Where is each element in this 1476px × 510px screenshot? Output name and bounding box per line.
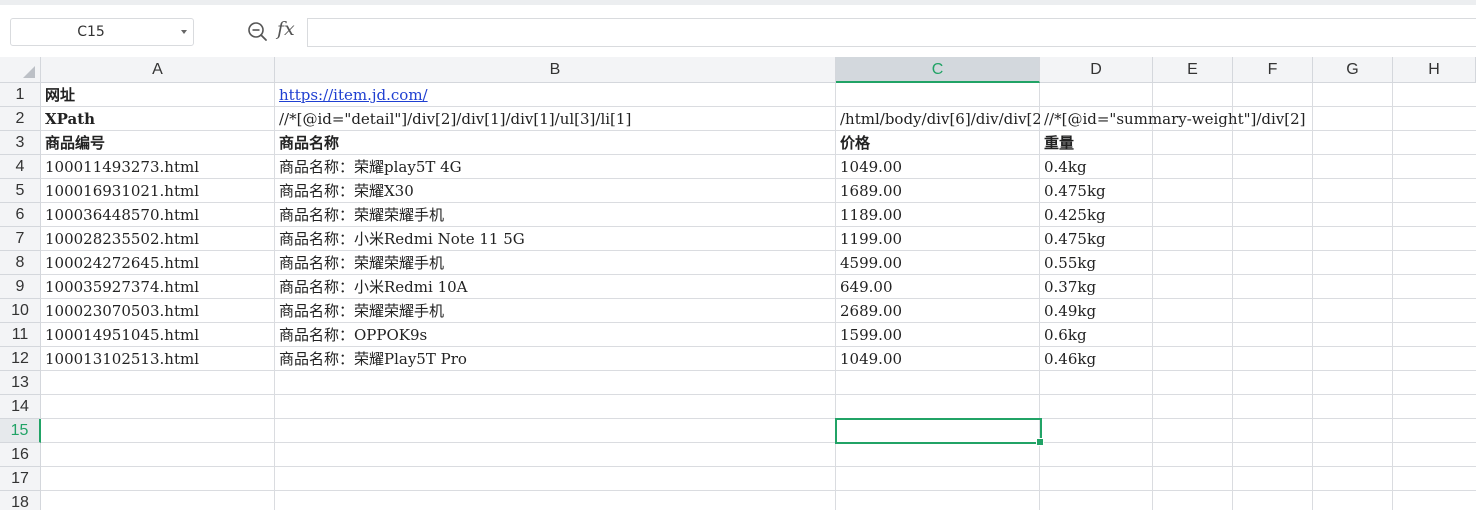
cell-a1[interactable]: 网址 (41, 83, 275, 107)
cell-d8[interactable]: 0.55kg (1040, 251, 1153, 275)
cell-d9[interactable]: 0.37kg (1040, 275, 1153, 299)
row-gridline (41, 490, 1476, 491)
cell-a8[interactable]: 100024272645.html (41, 251, 275, 275)
column-header-a[interactable]: A (41, 57, 275, 83)
cell-d3[interactable]: 重量 (1040, 131, 1153, 155)
row-gridline (41, 466, 1476, 467)
column-header-d[interactable]: D (1040, 57, 1153, 83)
select-all-triangle-icon (23, 66, 35, 78)
cell-a11[interactable]: 100014951045.html (41, 323, 275, 347)
row-header-10[interactable]: 10 (0, 299, 41, 323)
row-header-14[interactable]: 14 (0, 395, 41, 419)
zoom-icon[interactable] (247, 21, 269, 43)
cell-d12[interactable]: 0.46kg (1040, 347, 1153, 371)
name-box[interactable]: C15 (10, 18, 194, 46)
row-header-4[interactable]: 4 (0, 155, 41, 179)
row-header-3[interactable]: 3 (0, 131, 41, 155)
cell-b4[interactable]: 商品名称：荣耀play5T 4G (275, 155, 836, 179)
cell-a6[interactable]: 100036448570.html (41, 203, 275, 227)
cell-b2[interactable]: //*[@id="detail"]/div[2]/div[1]/div[1]/u… (275, 107, 836, 131)
cell-d10[interactable]: 0.49kg (1040, 299, 1153, 323)
spreadsheet-grid[interactable]: A B C D E F G H 1 2 3 4 5 6 7 8 9 10 11 12 13 14 15 16 17 18 网址 htt… (0, 57, 1476, 510)
cell-b3[interactable]: 商品名称 (275, 131, 836, 155)
cell-c5[interactable]: 1689.00 (836, 179, 1040, 203)
row-header-18[interactable]: 18 (0, 491, 41, 510)
cell-b10[interactable]: 商品名称：荣耀荣耀手机 (275, 299, 836, 323)
column-header-g[interactable]: G (1313, 57, 1393, 83)
row-header-2[interactable]: 2 (0, 107, 41, 131)
cell-d11[interactable]: 0.6kg (1040, 323, 1153, 347)
cell-c6[interactable]: 1189.00 (836, 203, 1040, 227)
cell-d6[interactable]: 0.425kg (1040, 203, 1153, 227)
formula-input[interactable] (307, 18, 1476, 47)
cell-c2[interactable]: /html/body/div[6]/div/div[2]/div[3]/div/… (836, 107, 1040, 131)
column-header-f[interactable]: F (1233, 57, 1313, 83)
cell-d2[interactable]: //*[@id="summary-weight"]/div[2] (1040, 107, 1306, 131)
cell-c12[interactable]: 1049.00 (836, 347, 1040, 371)
row-header-15[interactable]: 15 (0, 419, 41, 443)
cell-b9[interactable]: 商品名称：小米Redmi 10A (275, 275, 836, 299)
row-header-8[interactable]: 8 (0, 251, 41, 275)
column-header-b[interactable]: B (275, 57, 836, 83)
row-header-17[interactable]: 17 (0, 467, 41, 491)
cell-c11[interactable]: 1599.00 (836, 323, 1040, 347)
cell-b1[interactable]: https://item.jd.com/ (275, 83, 836, 107)
fill-handle[interactable] (1036, 438, 1044, 446)
cell-b6[interactable]: 商品名称：荣耀荣耀手机 (275, 203, 836, 227)
cell-a2[interactable]: XPath (41, 107, 275, 131)
cell-b12[interactable]: 商品名称：荣耀Play5T Pro (275, 347, 836, 371)
cell-b7[interactable]: 商品名称：小米Redmi Note 11 5G (275, 227, 836, 251)
cell-a10[interactable]: 100023070503.html (41, 299, 275, 323)
column-gridline (1392, 83, 1393, 510)
cell-a4[interactable]: 100011493273.html (41, 155, 275, 179)
cell-d7[interactable]: 0.475kg (1040, 227, 1153, 251)
cell-a5[interactable]: 100016931021.html (41, 179, 275, 203)
name-box-value: C15 (77, 24, 105, 40)
cell-a9[interactable]: 100035927374.html (41, 275, 275, 299)
row-header-13[interactable]: 13 (0, 371, 41, 395)
row-header-7[interactable]: 7 (0, 227, 41, 251)
cell-b11[interactable]: 商品名称：OPPOK9s (275, 323, 836, 347)
cell-c10[interactable]: 2689.00 (836, 299, 1040, 323)
select-all-corner[interactable] (0, 57, 41, 83)
cell-d4[interactable]: 0.4kg (1040, 155, 1153, 179)
selected-cell-c15[interactable] (835, 418, 1044, 446)
cell-c8[interactable]: 4599.00 (836, 251, 1040, 275)
cell-c3[interactable]: 价格 (836, 131, 1040, 155)
cell-b8[interactable]: 商品名称：荣耀荣耀手机 (275, 251, 836, 275)
column-header-c[interactable]: C (836, 57, 1040, 83)
row-header-11[interactable]: 11 (0, 323, 41, 347)
chevron-down-icon[interactable] (181, 30, 187, 34)
row-header-9[interactable]: 9 (0, 275, 41, 299)
row-header-5[interactable]: 5 (0, 179, 41, 203)
column-header-h[interactable]: H (1393, 57, 1476, 83)
row-header-6[interactable]: 6 (0, 203, 41, 227)
cell-a7[interactable]: 100028235502.html (41, 227, 275, 251)
cell-c4[interactable]: 1049.00 (836, 155, 1040, 179)
cell-a12[interactable]: 100013102513.html (41, 347, 275, 371)
cell-a3[interactable]: 商品编号 (41, 131, 275, 155)
row-gridline (41, 394, 1476, 395)
row-header-12[interactable]: 12 (0, 347, 41, 371)
cell-c9[interactable]: 649.00 (836, 275, 1040, 299)
cell-c7[interactable]: 1199.00 (836, 227, 1040, 251)
row-gridline (41, 442, 1476, 443)
row-header-16[interactable]: 16 (0, 443, 41, 467)
column-gridline (1232, 83, 1233, 510)
cell-d5[interactable]: 0.475kg (1040, 179, 1153, 203)
row-gridline (41, 418, 1476, 419)
column-header-e[interactable]: E (1153, 57, 1233, 83)
fx-icon[interactable]: fx (277, 18, 295, 40)
formula-bar: C15 fx (0, 5, 1476, 57)
column-gridline (1312, 83, 1313, 510)
cell-b5[interactable]: 商品名称：荣耀X30 (275, 179, 836, 203)
row-header-1[interactable]: 1 (0, 83, 41, 107)
